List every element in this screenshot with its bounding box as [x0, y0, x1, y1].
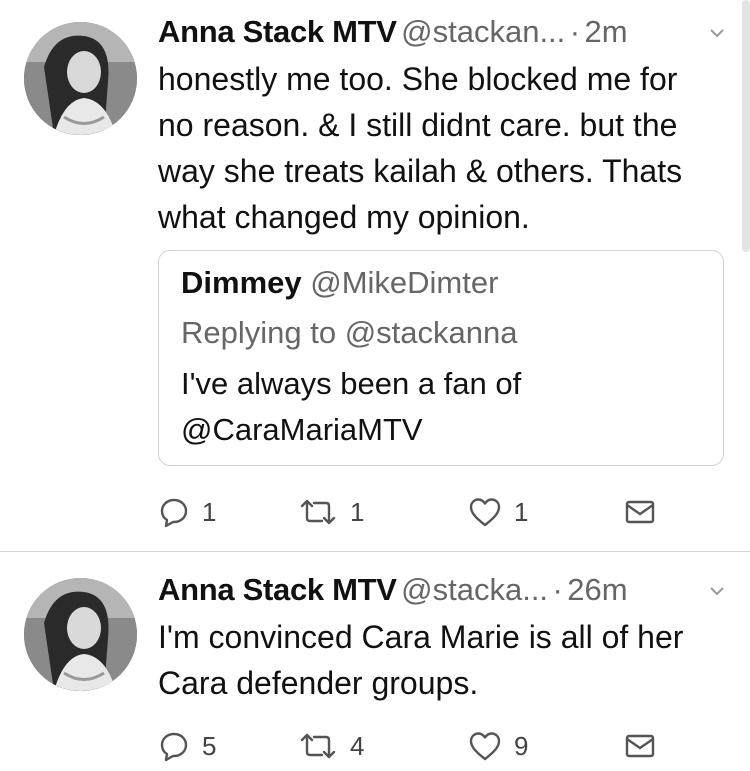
quoted-tweet-header: Dimmey @MikeDimter	[181, 265, 498, 301]
tweet-text-line: no reason. & I still didnt care. but the	[158, 107, 678, 143]
tweet-text-line: Cara defender groups.	[158, 665, 479, 701]
tweet[interactable]: Anna Stack MTV @stacka... · 26m I'm conv…	[0, 551, 750, 771]
reply-count: 5	[202, 730, 217, 761]
author-handle[interactable]: @stacka...	[401, 572, 548, 607]
quoted-text-line: @CaraMariaMTV	[181, 412, 423, 447]
heart-icon	[469, 732, 501, 761]
replying-to: Replying to @stackanna	[181, 315, 518, 350]
avatar-photo	[24, 578, 137, 691]
direct-message-button[interactable]	[624, 726, 656, 766]
retweet-icon	[300, 499, 336, 525]
timestamp[interactable]: 26m	[567, 572, 627, 607]
tweet-text-line: honestly me too. She blocked me for	[158, 61, 678, 97]
heart-icon	[469, 498, 501, 527]
retweet-button[interactable]: 1	[298, 492, 364, 532]
scrollbar[interactable]	[742, 0, 750, 252]
author-handle[interactable]: @stackan...	[401, 14, 565, 49]
action-bar: 1 1 1	[158, 492, 678, 532]
avatar[interactable]	[24, 22, 137, 135]
quoted-tweet[interactable]: Dimmey @MikeDimter Replying to @stackann…	[158, 250, 724, 466]
quoted-author-name: Dimmey	[181, 265, 302, 300]
reply-count: 1	[202, 496, 217, 527]
action-bar: 5 4 9	[158, 726, 678, 766]
chevron-down-icon[interactable]	[708, 24, 726, 42]
tweet-text-line: I'm convinced Cara Marie is all of her	[158, 619, 684, 655]
quoted-author-handle: @MikeDimter	[310, 265, 499, 300]
reply-icon	[160, 732, 188, 762]
author-name[interactable]: Anna Stack MTV	[158, 572, 397, 607]
like-count: 9	[514, 730, 529, 761]
tweet-header: Anna Stack MTV @stackan... · 2m	[158, 14, 726, 54]
time-separator: ·	[552, 572, 563, 607]
reply-button[interactable]: 5	[158, 726, 216, 766]
reply-icon	[160, 498, 188, 528]
like-count: 1	[514, 496, 529, 527]
timestamp[interactable]: 2m	[585, 14, 628, 49]
tweet[interactable]: Anna Stack MTV @stackan... · 2m honestly…	[0, 0, 750, 551]
author-name[interactable]: Anna Stack MTV	[158, 14, 397, 49]
retweet-button[interactable]: 4	[298, 726, 364, 766]
envelope-icon	[625, 734, 655, 758]
direct-message-button[interactable]	[624, 492, 656, 532]
retweet-count: 1	[350, 496, 365, 527]
like-button[interactable]: 1	[468, 492, 528, 532]
like-button[interactable]: 9	[468, 726, 528, 766]
tweet-text-line: what changed my opinion.	[158, 199, 530, 235]
quoted-text-line: I've always been a fan of	[181, 366, 522, 401]
reply-button[interactable]: 1	[158, 492, 216, 532]
tweet-text: honestly me too. She blocked me for no r…	[158, 56, 728, 240]
envelope-icon	[625, 500, 655, 524]
tweet-text-line: way she treats kailah & others. Thats	[158, 153, 683, 189]
quoted-tweet-text: I've always been a fan of @CaraMariaMTV	[181, 361, 701, 453]
time-separator: ·	[569, 14, 581, 49]
chevron-down-icon[interactable]	[708, 582, 726, 600]
avatar[interactable]	[24, 578, 137, 691]
tweet-text: I'm convinced Cara Marie is all of her C…	[158, 614, 728, 706]
retweet-count: 4	[350, 730, 365, 761]
tweet-header: Anna Stack MTV @stacka... · 26m	[158, 572, 726, 612]
retweet-icon	[300, 733, 336, 759]
avatar-photo	[24, 22, 137, 135]
